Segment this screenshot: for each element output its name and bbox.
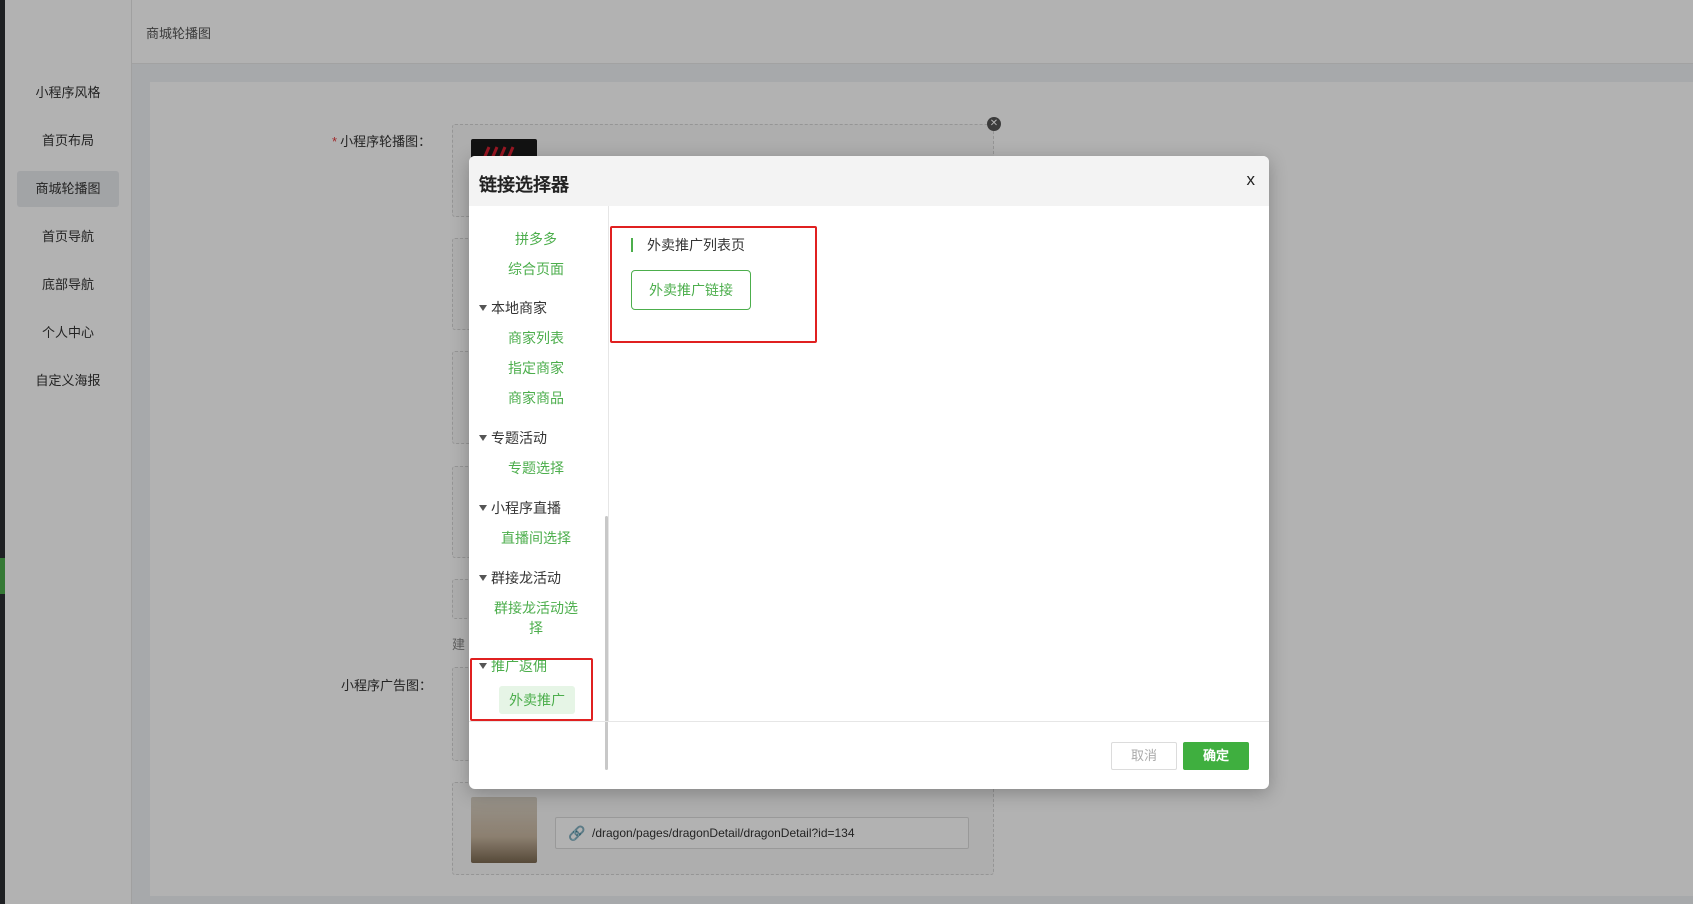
highlight-box-option	[610, 226, 817, 343]
nav-item-solitaire-select[interactable]: 群接龙活动选择	[475, 598, 597, 638]
confirm-button[interactable]: 确定	[1183, 742, 1249, 770]
dialog-footer: 取消 确定	[469, 721, 1269, 789]
group-live[interactable]: 小程序直播	[479, 498, 561, 518]
link-category-nav: 拼多多 综合页面 本地商家 商家列表 指定商家 商家商品 专题活动 专题选择 小…	[469, 206, 609, 770]
caret-down-icon	[479, 435, 487, 441]
nav-item-text-line2: 择	[529, 620, 543, 636]
group-solitaire[interactable]: 群接龙活动	[479, 568, 561, 588]
link-picker-dialog: 链接选择器 x 拼多多 综合页面 本地商家 商家列表 指定商家 商家商品 专题活…	[469, 156, 1269, 789]
nav-item-pinduoduo[interactable]: 拼多多	[475, 229, 597, 249]
nav-item-merchant-goods[interactable]: 商家商品	[475, 388, 597, 408]
close-button[interactable]: x	[1247, 170, 1256, 190]
highlight-box-nav	[470, 658, 593, 721]
cancel-button[interactable]: 取消	[1111, 742, 1177, 770]
group-local-merchants[interactable]: 本地商家	[479, 298, 547, 318]
group-title: 本地商家	[491, 300, 547, 316]
nav-item-specific-merchant[interactable]: 指定商家	[475, 358, 597, 378]
dialog-header: 链接选择器 x	[469, 156, 1269, 206]
caret-down-icon	[479, 505, 487, 511]
nav-item-text-line1: 群接龙活动选	[494, 600, 578, 616]
group-title: 小程序直播	[491, 500, 561, 516]
nav-item-general-pages[interactable]: 综合页面	[475, 259, 597, 279]
group-topic-events[interactable]: 专题活动	[479, 428, 547, 448]
group-title: 专题活动	[491, 430, 547, 446]
nav-item-live-room[interactable]: 直播间选择	[475, 528, 597, 548]
group-title: 群接龙活动	[491, 570, 561, 586]
caret-down-icon	[479, 575, 487, 581]
caret-down-icon	[479, 305, 487, 311]
nav-item-merchant-list[interactable]: 商家列表	[475, 328, 597, 348]
dialog-title: 链接选择器	[479, 175, 569, 195]
nav-item-topic-select[interactable]: 专题选择	[475, 458, 597, 478]
